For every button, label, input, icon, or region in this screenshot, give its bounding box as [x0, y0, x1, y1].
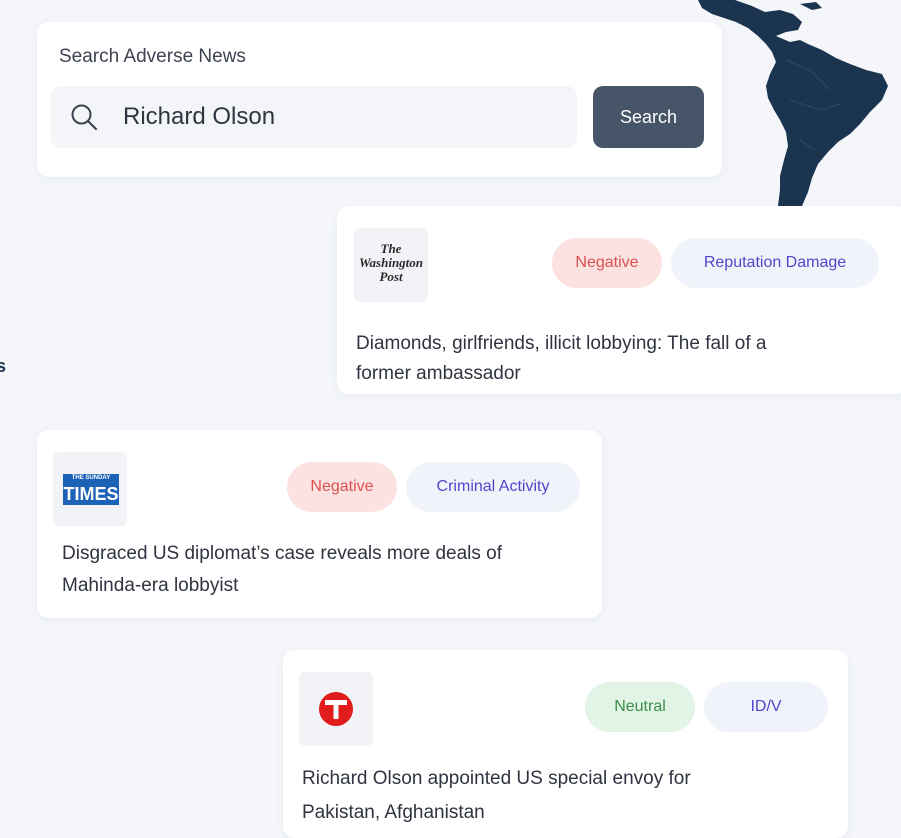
search-icon	[71, 104, 98, 131]
news-result-card[interactable]: Neutral ID/V Richard Olson appointed US …	[283, 650, 848, 838]
headline-line: Richard Olson appointed US special envoy…	[302, 768, 691, 789]
news-headline[interactable]: Diamonds, girlfriends, illicit lobbying:…	[356, 329, 766, 389]
search-panel: Search Adverse News Search	[37, 22, 722, 177]
logo-line: The	[380, 241, 402, 256]
search-input[interactable]	[123, 86, 563, 148]
news-headline[interactable]: Disgraced US diplomat’s case reveals mor…	[62, 538, 502, 602]
news-result-card[interactable]: THE SUNDAY TIMES Negative Criminal Activ…	[37, 430, 602, 618]
sentiment-badge: Negative	[552, 238, 662, 288]
logo-line: Post	[379, 269, 403, 284]
headline-line: Disgraced US diplomat’s case reveals mor…	[62, 543, 503, 564]
headline-line: Mahinda-era lobbyist	[62, 575, 239, 596]
logo-big-text: TIMES	[63, 483, 119, 505]
search-button[interactable]: Search	[593, 86, 704, 148]
sentiment-badge: Neutral	[585, 682, 695, 732]
category-badge: Criminal Activity	[406, 462, 580, 512]
category-badge: Reputation Damage	[671, 238, 879, 288]
headline-line: Pakistan, Afghanistan	[302, 802, 485, 823]
logo-line: Washington	[358, 255, 424, 270]
news-result-card[interactable]: The Washington Post Negative Reputation …	[337, 206, 901, 394]
washington-post-logo: The Washington Post	[354, 228, 428, 302]
news-headline[interactable]: Richard Olson appointed US special envoy…	[302, 762, 691, 830]
search-field[interactable]	[51, 86, 577, 148]
sunday-times-logo: THE SUNDAY TIMES	[53, 452, 127, 526]
edge-text-fragment: s	[0, 356, 7, 376]
headline-line: former ambassador	[356, 363, 521, 384]
logo-small-text: THE SUNDAY	[63, 474, 119, 483]
sentiment-badge: Negative	[287, 462, 397, 512]
category-badge: ID/V	[704, 682, 828, 732]
headline-line: Diamonds, girlfriends, illicit lobbying:…	[356, 333, 767, 354]
tribune-t-icon	[319, 692, 353, 726]
express-tribune-logo	[299, 672, 373, 746]
search-panel-title: Search Adverse News	[59, 46, 246, 67]
